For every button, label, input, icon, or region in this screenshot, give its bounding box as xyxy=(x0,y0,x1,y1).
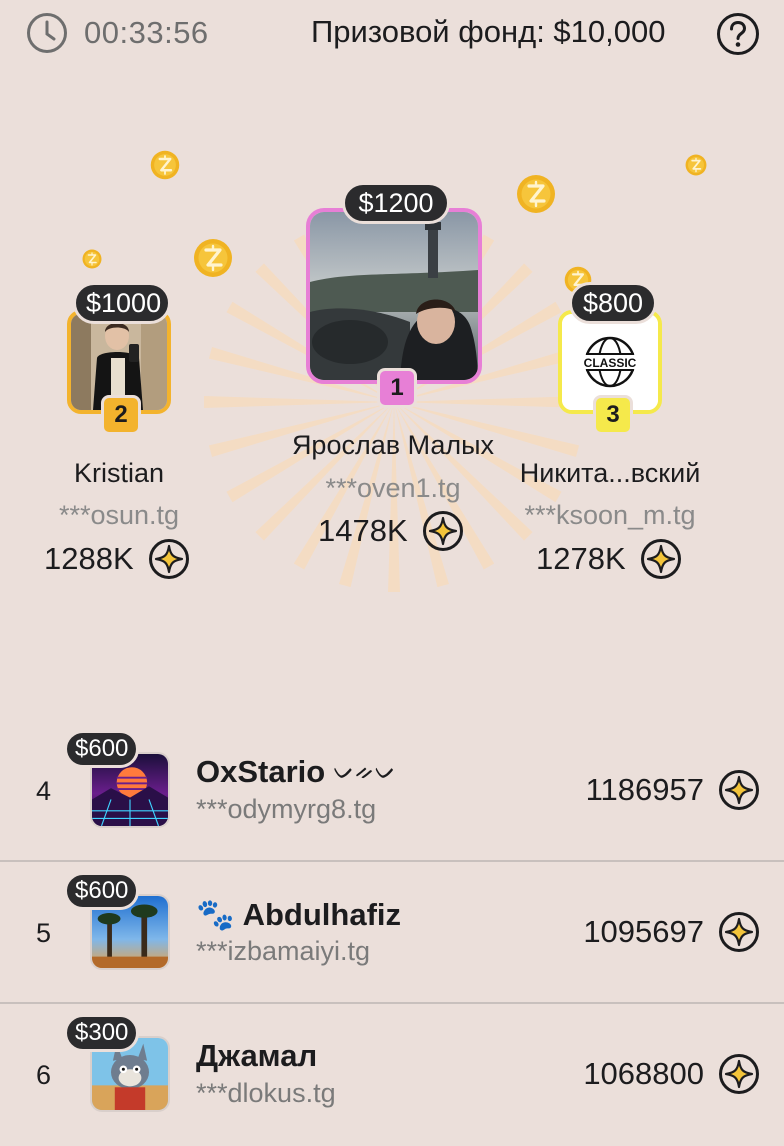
clock-icon xyxy=(27,13,67,53)
header: 00:33:56 Призовой фонд: $10,000 xyxy=(0,0,784,66)
player-name: Kristian xyxy=(73,458,165,488)
star-icon xyxy=(148,538,190,580)
player-name: 🐾 Abdulhafiz xyxy=(196,896,401,933)
list-item[interactable]: 4 $600 OxStario ᨆᨀᨆ ***odymyrg8.tg 11869… xyxy=(0,720,784,862)
avatar-logo-text: CLASSIC xyxy=(584,356,637,370)
timer: 00:33:56 xyxy=(26,12,209,54)
avatar xyxy=(306,208,482,384)
player-name: Никита...вский xyxy=(519,458,701,488)
score-value: 1278K xyxy=(536,541,626,576)
score-value: 1068800 xyxy=(583,1056,704,1091)
coin-icon xyxy=(150,150,180,180)
list-item[interactable]: 5 $600 🐾 Abdulhafiz ***izbamaiyi.tg 1095… xyxy=(0,862,784,1004)
player-username: ***osun.tg xyxy=(58,500,180,530)
player-username: ***oven1.tg xyxy=(325,473,461,503)
player-name: Ярослав Малых xyxy=(291,430,495,460)
name-text: Джамал xyxy=(196,1038,318,1073)
podium: $1200 1 Ярослав Малых ***oven1.tg 1478K … xyxy=(0,80,784,640)
prize-pill: $600 xyxy=(64,730,140,768)
rank-badge: 1 xyxy=(377,368,417,408)
rank-badge: 3 xyxy=(593,395,633,435)
player-score: 1068800 xyxy=(583,1053,760,1095)
score-value: 1186957 xyxy=(585,772,704,807)
coin-icon xyxy=(516,174,556,214)
name-decoration: ᨆᨀᨆ xyxy=(333,758,397,785)
prize-pool-label: Призовой фонд: $10,000 xyxy=(311,14,666,49)
player-score: 1288K xyxy=(44,538,190,580)
prize-pill: $300 xyxy=(64,1014,140,1052)
prize-pill: $600 xyxy=(64,872,140,910)
help-button[interactable] xyxy=(716,12,760,56)
coin-icon xyxy=(193,238,233,278)
player-name: Джамал xyxy=(196,1038,317,1074)
name-text: Abdulhafiz xyxy=(242,896,402,932)
score-value: 1095697 xyxy=(583,914,704,949)
player-score: 1186957 xyxy=(586,769,760,811)
player-score: 1278K xyxy=(536,538,682,580)
rank-badge: 2 xyxy=(101,395,141,435)
star-icon xyxy=(718,911,760,953)
player-score: 1478K xyxy=(318,510,464,552)
star-icon xyxy=(422,510,464,552)
paw-icon: 🐾 xyxy=(196,897,235,932)
row-rank: 6 xyxy=(36,1060,52,1090)
score-value: 1288K xyxy=(44,541,134,576)
player-score: 1095697 xyxy=(583,911,760,953)
player-username: ***dlokus.tg xyxy=(196,1078,336,1108)
player-username: ***ksoon_m.tg xyxy=(524,500,696,530)
coin-icon xyxy=(685,154,707,176)
player-username: ***odymyrg8.tg xyxy=(196,794,377,824)
prize-pill: $1000 xyxy=(73,282,171,324)
score-value: 1478K xyxy=(318,513,408,548)
row-rank: 5 xyxy=(36,918,52,948)
row-rank: 4 xyxy=(36,776,52,806)
player-name: OxStario ᨆᨀᨆ xyxy=(196,754,396,790)
star-icon xyxy=(640,538,682,580)
name-text: OxStario xyxy=(196,754,326,789)
player-username: ***izbamaiyi.tg xyxy=(196,936,371,966)
prize-pill: $1200 xyxy=(342,182,450,224)
star-icon xyxy=(718,769,760,811)
coin-icon xyxy=(82,249,102,269)
question-circle-icon xyxy=(717,13,759,55)
star-icon xyxy=(718,1053,760,1095)
prize-pill: $800 xyxy=(569,282,657,324)
timer-text: 00:33:56 xyxy=(84,15,209,50)
list-item[interactable]: 6 $300 Джамал ***dlokus.tg 1068800 xyxy=(0,1004,784,1146)
